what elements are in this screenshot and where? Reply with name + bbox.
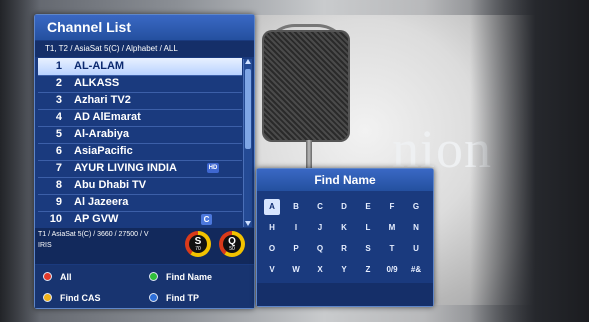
channel-name: AP GVW: [74, 213, 119, 225]
key-a[interactable]: A: [264, 199, 280, 215]
key-y[interactable]: Y: [336, 262, 352, 278]
key-numbers[interactable]: 0/9: [381, 262, 403, 278]
channel-row[interactable]: 10 AP GVW C: [38, 211, 242, 229]
channel-row[interactable]: 4 AD AlEmarat: [38, 109, 242, 127]
scroll-down-arrow-icon[interactable]: [245, 221, 251, 226]
key-f[interactable]: F: [384, 199, 400, 215]
color-key-legend: All Find Name Find CAS Find TP: [35, 265, 254, 308]
green-key-icon: [149, 272, 158, 281]
legend-label: Find Name: [166, 272, 213, 282]
key-s[interactable]: S: [360, 241, 376, 257]
find-name-dialog: Find Name A B C D E F G H I J K L M N O …: [256, 168, 434, 307]
key-e[interactable]: E: [360, 199, 376, 215]
channel-name: Al Jazeera: [74, 196, 129, 208]
key-g[interactable]: G: [408, 199, 424, 215]
satellite-path: T1, T2 / AsiaSat 5(C) / Alphabet / ALL: [35, 41, 254, 57]
channel-provider: IRIS: [38, 242, 52, 249]
background-shadow-right: [470, 0, 589, 322]
channel-name: AD AlEmarat: [74, 111, 141, 123]
channel-number: 8: [55, 179, 62, 191]
channel-row[interactable]: 8 Abu Dhabi TV: [38, 177, 242, 195]
signal-strength-gauge-icon: S 70: [185, 231, 211, 257]
scrambled-badge-icon: C: [201, 214, 212, 225]
transponder-info-line: T1 / AsiaSat 5(C) / 3660 / 27500 / V: [38, 231, 149, 238]
key-w[interactable]: W: [288, 262, 304, 278]
channel-number: 7: [55, 162, 62, 174]
key-j[interactable]: J: [312, 220, 328, 236]
channel-row[interactable]: 3 Azhari TV2: [38, 92, 242, 110]
quality-value: 50: [229, 246, 235, 252]
channel-name: AYUR LIVING INDIA: [74, 162, 177, 174]
scroll-up-arrow-icon[interactable]: [245, 59, 251, 64]
channel-number: 1: [55, 60, 62, 72]
hd-badge-icon: HD: [207, 163, 219, 173]
background-microphone: [262, 30, 350, 142]
channel-number: 2: [55, 77, 62, 89]
channel-name: ALKASS: [74, 77, 120, 89]
channel-row[interactable]: 6 AsiaPacific: [38, 143, 242, 161]
channel-number: 3: [55, 94, 62, 106]
key-n[interactable]: N: [408, 220, 424, 236]
legend-label: Find CAS: [60, 293, 101, 303]
key-u[interactable]: U: [408, 241, 424, 257]
channel-list-panel: Channel List T1, T2 / AsiaSat 5(C) / Alp…: [34, 14, 255, 309]
channel-name: Al-Arabiya: [74, 128, 130, 140]
scrollbar-thumb[interactable]: [245, 69, 251, 149]
channel-row[interactable]: 7 AYUR LIVING INDIA HD: [38, 160, 242, 178]
key-p[interactable]: P: [288, 241, 304, 257]
channel-list: 1 AL-ALAM 2 ALKASS 3 Azhari TV2 4 AD AlE…: [38, 58, 242, 229]
channel-number: 5: [55, 128, 62, 140]
yellow-key-icon: [43, 293, 52, 302]
channel-name: Abu Dhabi TV: [74, 179, 147, 191]
key-x[interactable]: X: [312, 262, 328, 278]
find-name-title: Find Name: [257, 169, 433, 191]
red-key-icon: [43, 272, 52, 281]
channel-name: AsiaPacific: [74, 145, 133, 157]
channel-name: AL-ALAM: [74, 60, 125, 72]
legend-label: All: [60, 272, 72, 282]
channel-row[interactable]: 9 Al Jazeera: [38, 194, 242, 212]
signal-quality-gauge-icon: Q 50: [219, 231, 245, 257]
channel-number: 6: [55, 145, 62, 157]
key-d[interactable]: D: [336, 199, 352, 215]
key-symbols[interactable]: #&: [408, 262, 424, 278]
key-l[interactable]: L: [360, 220, 376, 236]
channel-number: 10: [49, 213, 62, 225]
channel-list-scrollbar[interactable]: [243, 59, 252, 227]
key-b[interactable]: B: [288, 199, 304, 215]
channel-number: 4: [55, 111, 62, 123]
blue-key-icon: [149, 293, 158, 302]
signal-value: 70: [195, 246, 201, 252]
legend-label: Find TP: [166, 293, 199, 303]
channel-row[interactable]: 5 Al-Arabiya: [38, 126, 242, 144]
key-t[interactable]: T: [384, 241, 400, 257]
key-m[interactable]: M: [384, 220, 400, 236]
channel-number: 9: [55, 196, 62, 208]
key-o[interactable]: O: [264, 241, 280, 257]
key-v[interactable]: V: [264, 262, 280, 278]
key-i[interactable]: I: [288, 220, 304, 236]
channel-list-title: Channel List: [35, 15, 254, 40]
key-c[interactable]: C: [312, 199, 328, 215]
channel-name: Azhari TV2: [74, 94, 131, 106]
key-k[interactable]: K: [336, 220, 352, 236]
key-z[interactable]: Z: [360, 262, 376, 278]
key-h[interactable]: H: [264, 220, 280, 236]
channel-row[interactable]: 2 ALKASS: [38, 75, 242, 93]
key-q[interactable]: Q: [312, 241, 328, 257]
channel-row[interactable]: 1 AL-ALAM: [38, 58, 242, 76]
find-name-input-bar: [257, 283, 433, 306]
key-r[interactable]: R: [336, 241, 352, 257]
